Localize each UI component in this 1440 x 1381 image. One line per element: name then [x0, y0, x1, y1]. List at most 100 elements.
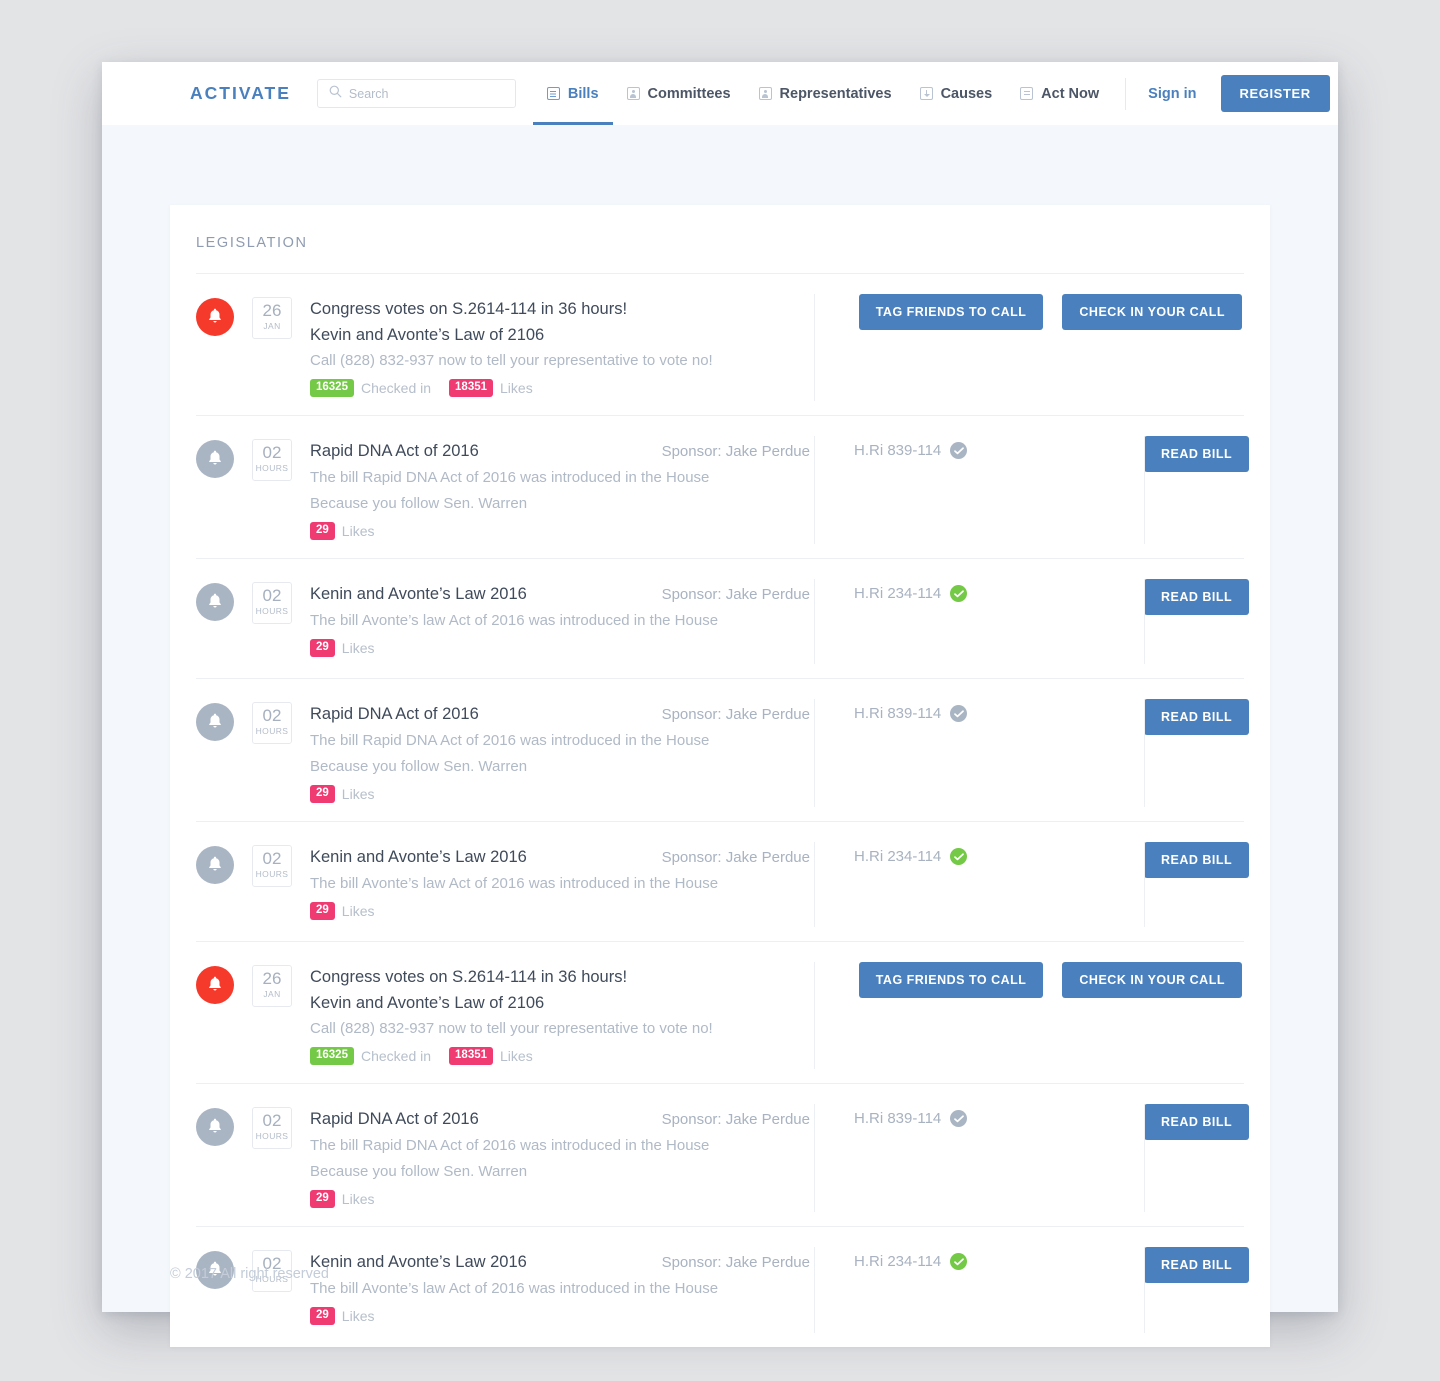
search-icon	[329, 85, 342, 103]
bill-title[interactable]: Kenin and Avonte’s Law 2016	[310, 1249, 527, 1275]
alert-actions: TAG FRIENDS TO CALL CHECK IN YOUR CALL	[858, 294, 1242, 330]
read-bill-button[interactable]: READ BILL	[1144, 1104, 1250, 1140]
row-separator	[814, 294, 815, 401]
bill-actions: READ BILL	[1144, 559, 1251, 678]
date-badge: 26 JAN	[252, 965, 292, 1007]
nav-item-committees[interactable]: Committees	[613, 62, 745, 125]
sign-in-link[interactable]: Sign in	[1148, 86, 1196, 102]
row-separator-right	[1144, 1104, 1145, 1212]
row-separator	[814, 1247, 815, 1333]
date-unit: HOURS	[255, 463, 289, 473]
check-icon	[950, 442, 968, 459]
alert-actions: TAG FRIENDS TO CALL CHECK IN YOUR CALL	[858, 962, 1242, 998]
tag-friends-to-call-button[interactable]: TAG FRIENDS TO CALL	[858, 962, 1044, 998]
bill-actions: READ BILL	[1144, 1084, 1251, 1226]
verified-check-icon	[950, 1253, 968, 1270]
row-separator	[814, 1104, 815, 1212]
page-title: LEGISLATION	[196, 205, 1244, 274]
likes-label: Likes	[341, 1308, 375, 1324]
bill-code: H.Ri 839-114	[854, 1110, 1144, 1127]
bill-title[interactable]: Kenin and Avonte’s Law 2016	[310, 844, 527, 870]
bill-sponsor: Sponsor: Jake Perdue	[661, 443, 810, 460]
row-title-line: Kenin and Avonte’s Law 2016 Sponsor: Jake…	[310, 844, 814, 871]
bill-title[interactable]: Rapid DNA Act of 2016	[310, 701, 479, 727]
bill-description: The bill Avonte’s law Act of 2016 was in…	[310, 1280, 719, 1297]
row-separator	[814, 842, 815, 927]
row-main: 26 JAN Congress votes on S.2614-114 in 36 …	[196, 942, 814, 1083]
row-meta: 16325 Checked in 18351 Likes	[310, 379, 814, 397]
date-number: 02	[262, 849, 282, 868]
nav-divider	[1125, 77, 1127, 110]
read-bill-button[interactable]: READ BILL	[1144, 1247, 1250, 1283]
date-number: 26	[262, 969, 282, 988]
row-meta: 29 Likes	[310, 1190, 814, 1208]
bill-code-text: H.Ri 839-114	[854, 1110, 942, 1127]
bill-title[interactable]: Rapid DNA Act of 2016	[310, 1106, 479, 1132]
date-badge: 02 HOURS	[252, 702, 292, 744]
bill-sponsor: Sponsor: Jake Perdue	[661, 1111, 810, 1128]
bill-description: The bill Rapid DNA Act of 2016 was intro…	[310, 1137, 710, 1154]
bell-icon-alert[interactable]	[196, 298, 234, 336]
nav-item-representatives[interactable]: Representatives	[745, 62, 906, 125]
likes-label: Likes	[500, 380, 533, 396]
bell-icon[interactable]	[196, 846, 234, 884]
row-main: 02 HOURS Kenin and Avonte’s Law 2016 Sponso…	[196, 822, 814, 941]
people-icon	[626, 87, 640, 100]
date-unit: JAN	[263, 321, 281, 331]
likes-label: Likes	[341, 786, 375, 802]
date-number: 02	[262, 1111, 282, 1130]
date-number: 02	[262, 706, 282, 725]
read-bill-button[interactable]: READ BILL	[1144, 842, 1250, 878]
bell-icon[interactable]	[196, 1108, 234, 1146]
bell-icon-alert[interactable]	[196, 966, 234, 1004]
bell-icon[interactable]	[196, 703, 234, 741]
bill-code-cell: H.Ri 234-114	[814, 822, 1144, 941]
document-icon	[546, 87, 560, 100]
row-content: Rapid DNA Act of 2016 Sponsor: Jake Perdu…	[310, 701, 814, 803]
bill-title[interactable]: Rapid DNA Act of 2016	[310, 438, 479, 464]
nav-label-bills: Bills	[567, 85, 599, 102]
bell-icon[interactable]	[196, 440, 234, 478]
row-meta: 29 Likes	[310, 1307, 814, 1325]
bill-code-text: H.Ri 234-114	[854, 1253, 942, 1270]
row-separator-right	[1144, 436, 1145, 544]
row-meta: 29 Likes	[310, 522, 814, 540]
bill-actions: READ BILL	[1144, 679, 1251, 821]
row-content: Rapid DNA Act of 2016 Sponsor: Jake Perdu…	[310, 438, 814, 540]
nav-item-bills[interactable]: Bills	[532, 62, 613, 125]
nav-label-committees: Committees	[647, 85, 731, 102]
bill-actions: READ BILL	[1144, 822, 1251, 941]
check-in-your-call-button[interactable]: CHECK IN YOUR CALL	[1062, 294, 1242, 330]
tag-friends-to-call-button[interactable]: TAG FRIENDS TO CALL	[858, 294, 1044, 330]
site-logo[interactable]: ACTIVATE	[190, 83, 291, 104]
nav-item-act-now[interactable]: Act Now	[1006, 62, 1113, 125]
likes-label: Likes	[341, 1191, 375, 1207]
legislation-row: 26 JAN Congress votes on S.2614-114 in 36 …	[196, 942, 1244, 1084]
nav-item-causes[interactable]: Causes	[906, 62, 1007, 125]
alert-cta-text: Call (828) 832-937 now to tell your repr…	[310, 1020, 713, 1037]
bill-code-text: H.Ri 839-114	[854, 442, 942, 459]
search-box[interactable]	[316, 79, 516, 108]
checked-in-label: Checked in	[360, 1048, 432, 1064]
bill-code-text: H.Ri 839-114	[854, 705, 942, 722]
row-main: 02 HOURS Kenin and Avonte’s Law 2016 Sponso…	[196, 559, 814, 678]
alert-subtitle: Kevin and Avonte’s Law of 2106	[310, 326, 545, 344]
bill-code: H.Ri 839-114	[854, 442, 1144, 459]
nav-items: Bills Committees Representatives Causes …	[532, 62, 1113, 125]
likes-badge: 29	[310, 639, 335, 657]
check-in-your-call-button[interactable]: CHECK IN YOUR CALL	[1062, 962, 1242, 998]
bill-code: H.Ri 234-114	[854, 1253, 1144, 1270]
bell-icon[interactable]	[196, 583, 234, 621]
register-button[interactable]: REGISTER	[1220, 75, 1330, 112]
row-content: Congress votes on S.2614-114 in 36 hours…	[310, 964, 814, 1065]
read-bill-button[interactable]: READ BILL	[1144, 436, 1250, 472]
checked-in-badge: 16325	[310, 1047, 354, 1065]
bill-sponsor: Sponsor: Jake Perdue	[661, 706, 810, 723]
date-number: 02	[262, 586, 282, 605]
likes-badge: 29	[310, 1307, 335, 1325]
search-input[interactable]	[348, 86, 499, 101]
read-bill-button[interactable]: READ BILL	[1144, 579, 1250, 615]
verified-check-icon	[950, 848, 968, 865]
bill-title[interactable]: Kenin and Avonte’s Law 2016	[310, 581, 527, 607]
read-bill-button[interactable]: READ BILL	[1144, 699, 1250, 735]
